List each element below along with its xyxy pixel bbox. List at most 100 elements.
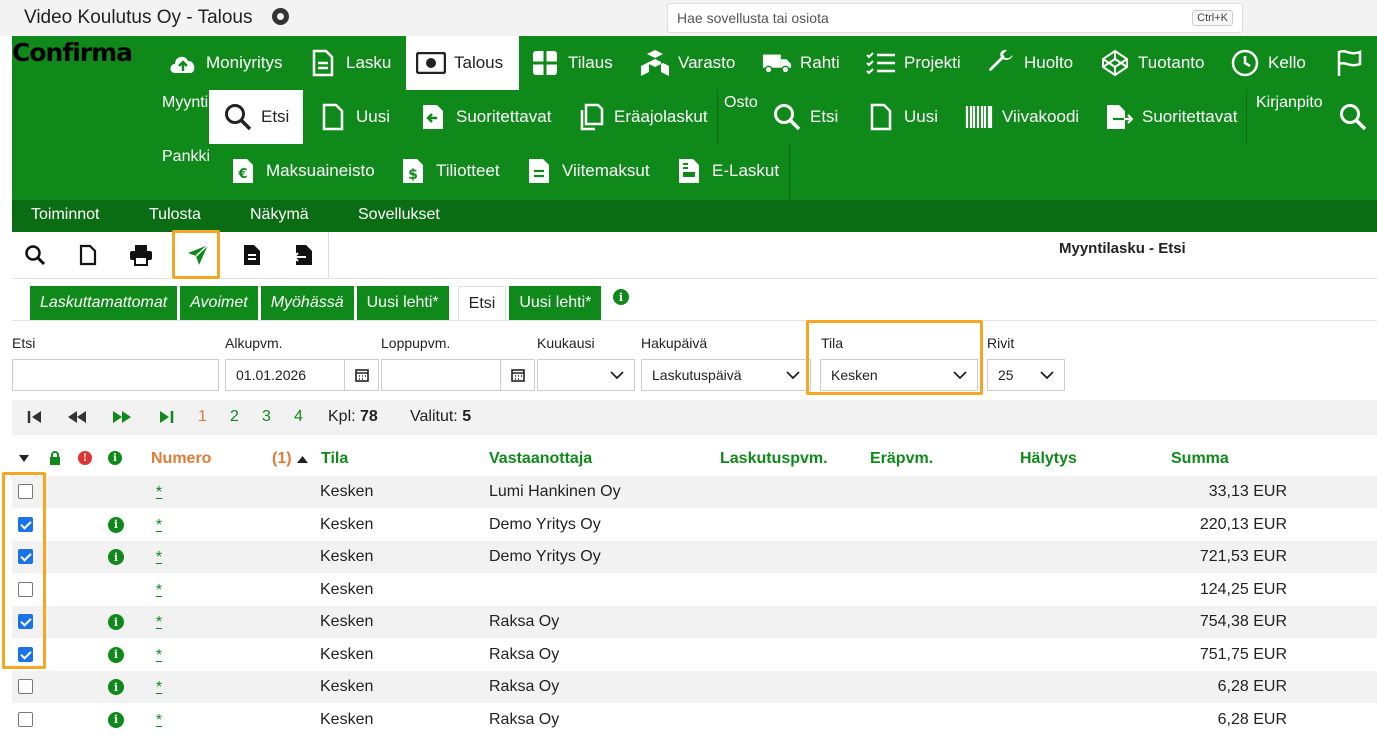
kuukausi-select[interactable] <box>537 359 635 391</box>
table-row[interactable]: i * Kesken Raksa Oy 754,38 EUR <box>12 606 1377 638</box>
count-label: Kpl: 78 <box>328 408 378 425</box>
osto-viivakoodi[interactable]: Viivakoodi <box>964 90 1079 144</box>
osto-uusi[interactable]: Uusi <box>866 90 938 144</box>
calendar-button[interactable] <box>345 359 379 391</box>
pankki-tiliotteet[interactable]: $ Tiliotteet <box>398 144 500 198</box>
rivit-select[interactable]: 25 <box>987 359 1065 391</box>
pankki-viitemaksut[interactable]: Viitemaksut <box>524 144 650 198</box>
nav-huolto[interactable]: Huolto <box>986 36 1073 90</box>
row-checkbox[interactable] <box>18 711 33 727</box>
nav-tuotanto[interactable]: Tuotanto <box>1100 36 1204 90</box>
loppupvm-input[interactable] <box>381 359 501 391</box>
info-icon[interactable]: i <box>613 289 629 305</box>
info-icon[interactable]: i <box>108 711 124 728</box>
theme-palette-icon[interactable] <box>272 8 289 25</box>
info-icon[interactable]: i <box>108 614 124 630</box>
invoice-number-link[interactable]: * <box>152 517 166 535</box>
table-row[interactable]: i * Kesken Raksa Oy 6,28 EUR <box>12 704 1377 736</box>
table-row[interactable]: i * Kesken Demo Yritys Oy 721,53 EUR <box>12 541 1377 573</box>
prev-page-button[interactable] <box>67 406 87 428</box>
myynti-suoritettavat[interactable]: Suoritettavat <box>418 90 551 144</box>
wrench-icon <box>986 48 1016 78</box>
col-erapvm[interactable]: Eräpvm. <box>870 450 933 468</box>
osto-etsi[interactable]: Etsi <box>772 90 838 144</box>
caret-down-icon[interactable] <box>19 455 29 462</box>
tab-myohassa[interactable]: Myöhässä <box>260 286 354 320</box>
label-alkupvm: Alkupvm. <box>225 335 283 351</box>
menu-tulosta[interactable]: Tulosta <box>149 206 201 224</box>
info-icon[interactable]: i <box>108 646 124 663</box>
status-cell: Kesken <box>320 613 374 630</box>
invoice-number-link[interactable]: * <box>152 679 166 697</box>
app-search[interactable]: Ctrl+K <box>667 3 1243 33</box>
col-summa[interactable]: Summa <box>1171 450 1229 468</box>
myynti-eraajolaskut[interactable]: Eräajolaskut <box>576 90 708 144</box>
osto-suoritettavat[interactable]: Suoritettavat <box>1104 90 1237 144</box>
last-page-button[interactable] <box>156 406 176 428</box>
invoice-number-link[interactable]: * <box>152 582 166 600</box>
nav-projekti[interactable]: Projekti <box>866 36 961 90</box>
myynti-etsi[interactable]: Etsi <box>209 90 303 144</box>
row-checkbox[interactable] <box>18 679 33 694</box>
nav-label: Tiliotteet <box>436 161 500 180</box>
nav-flag[interactable] <box>1334 36 1372 90</box>
info-icon[interactable]: i <box>108 679 124 695</box>
nav-kello[interactable]: Kello <box>1230 36 1306 90</box>
nav-lasku[interactable]: Lasku <box>308 36 391 90</box>
info-icon[interactable]: i <box>108 549 124 565</box>
col-halytys[interactable]: Hälytys <box>1020 450 1077 468</box>
print-button[interactable] <box>128 242 154 268</box>
page-3[interactable]: 3 <box>262 408 271 426</box>
invoice-number-link[interactable]: * <box>152 712 166 730</box>
tab-uusi-lehti[interactable]: Uusi lehti* <box>356 286 449 320</box>
table-row[interactable]: * Kesken 124,25 EUR <box>12 574 1377 606</box>
col-vastaanottaja[interactable]: Vastaanottaja <box>489 450 592 468</box>
menu-sovellukset[interactable]: Sovellukset <box>358 206 440 224</box>
hakupaiva-select[interactable]: Laskutuspäivä <box>641 359 811 391</box>
nav-varasto[interactable]: Varasto <box>640 36 735 90</box>
invoice-number-link[interactable]: * <box>152 614 166 632</box>
nav-tilaus[interactable]: Tilaus <box>530 36 613 90</box>
nav-rahti[interactable]: Rahti <box>762 36 840 90</box>
kirjanpito-etsi[interactable] <box>1338 90 1376 144</box>
col-tila[interactable]: Tila <box>321 450 348 468</box>
tab-avoimet[interactable]: Avoimet <box>180 286 258 320</box>
table-row[interactable]: i * Kesken Raksa Oy 6,28 EUR <box>12 671 1377 703</box>
alert-icon: ! <box>78 451 92 465</box>
table-row[interactable]: i * Kesken Raksa Oy 751,75 EUR <box>12 639 1377 671</box>
invoice-number-link[interactable]: * <box>152 484 166 502</box>
alkupvm-input[interactable]: 01.01.2026 <box>225 359 345 391</box>
col-numero[interactable]: Numero <box>151 450 211 468</box>
etsi-input[interactable] <box>12 359 219 391</box>
calendar-button[interactable] <box>501 359 535 391</box>
info-icon[interactable]: i <box>108 516 124 533</box>
tab-uusi-lehti-2[interactable]: Uusi lehti* <box>509 286 602 320</box>
table-row[interactable]: * Kesken Lumi Hankinen Oy 33,13 EUR <box>12 476 1377 508</box>
status-cell: Kesken <box>320 580 374 598</box>
myynti-uusi[interactable]: Uusi <box>318 90 390 144</box>
import-document-button[interactable] <box>290 242 316 268</box>
new-document-button[interactable] <box>75 242 101 268</box>
tab-etsi[interactable]: Etsi <box>457 286 507 320</box>
page-4[interactable]: 4 <box>294 408 303 426</box>
col-laskutuspvm[interactable]: Laskutuspvm. <box>720 450 828 468</box>
table-row[interactable]: i * Kesken Demo Yritys Oy 220,13 EUR <box>12 509 1377 541</box>
nav-talous[interactable]: Talous <box>406 36 519 90</box>
pankki-e-laskut[interactable]: E-Laskut <box>674 144 779 198</box>
menu-toiminnot[interactable]: Toiminnot <box>31 206 99 224</box>
search-button[interactable] <box>22 242 48 268</box>
app-search-input[interactable] <box>668 4 1148 32</box>
page-2[interactable]: 2 <box>230 408 239 426</box>
invoice-number-link[interactable]: * <box>152 647 166 665</box>
page-1[interactable]: 1 <box>198 408 207 426</box>
document-list-button[interactable] <box>239 242 265 268</box>
svg-text:$: $ <box>408 167 418 183</box>
invoice-number-link[interactable]: * <box>152 549 166 567</box>
group-myynti: Myynti <box>162 94 209 111</box>
pankki-maksuaineisto[interactable]: € Maksuaineisto <box>228 144 375 198</box>
next-page-button[interactable] <box>112 406 132 428</box>
menu-nakyma[interactable]: Näkymä <box>250 206 309 224</box>
first-page-button[interactable] <box>25 406 45 428</box>
tab-laskuttamattomat[interactable]: Laskuttamattomat <box>30 286 178 320</box>
nav-moniyritys[interactable]: Moniyritys <box>168 36 283 90</box>
